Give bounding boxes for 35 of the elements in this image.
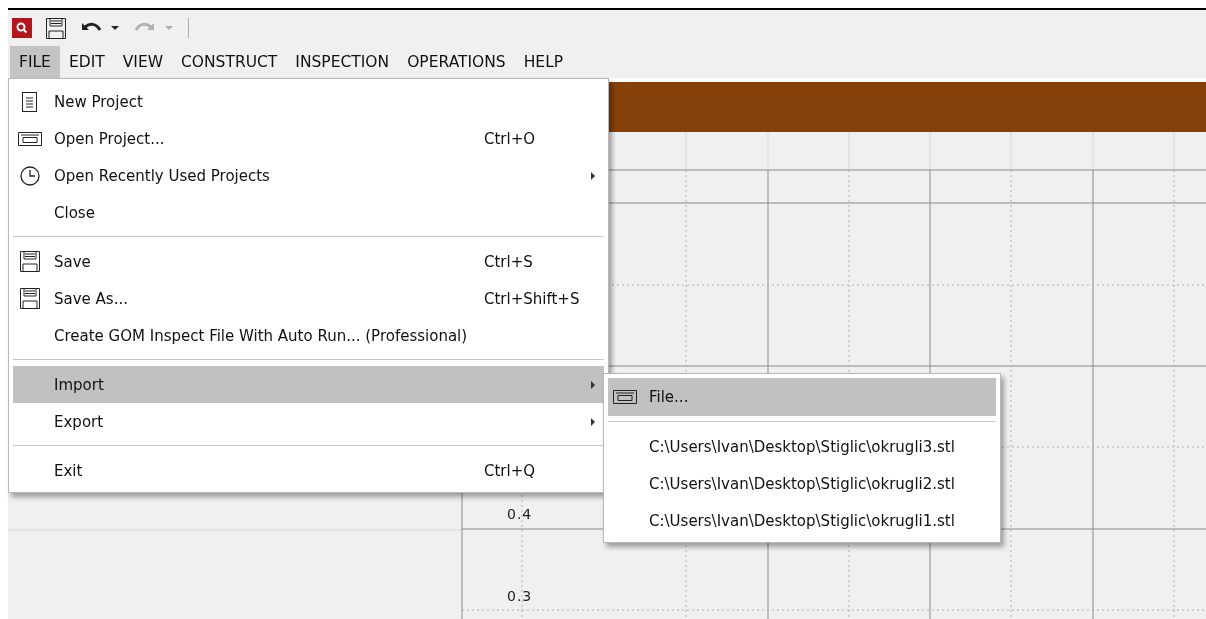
window-icon — [612, 390, 637, 404]
menu-item[interactable]: File... — [608, 378, 996, 416]
document-icon — [22, 91, 37, 112]
menu-title[interactable]: OPERATIONS — [398, 46, 515, 78]
menu-item[interactable]: Save As... Ctrl+Shift+S — [13, 280, 604, 317]
menu-item[interactable]: Export — [13, 403, 604, 440]
save-icon — [19, 251, 40, 272]
submenu-arrow-icon — [591, 417, 595, 426]
axis-label: 0.4 — [507, 506, 533, 522]
menu-title[interactable]: CONSTRUCT — [172, 46, 287, 78]
save-icon — [46, 17, 66, 39]
menu-item[interactable]: Import — [13, 366, 604, 403]
menu-item[interactable]: Create GOM Inspect File With Auto Run... (Professional) — [13, 317, 604, 354]
submenu-arrow-icon — [591, 380, 595, 389]
menu-item[interactable]: Exit Ctrl+Q — [13, 452, 604, 489]
clock-icon — [19, 165, 40, 186]
window-icon — [17, 131, 42, 146]
menu-item[interactable]: New Project — [13, 83, 604, 120]
save-icon — [19, 288, 40, 309]
menu-title[interactable]: FILE — [10, 46, 60, 78]
menu-title[interactable]: HELP — [514, 46, 573, 78]
menu-item[interactable]: C:\Users\Ivan\Desktop\Stiglic\okrugli3.stl — [608, 428, 996, 465]
menu-title[interactable]: VIEW — [113, 46, 172, 78]
menu-item[interactable]: Save Ctrl+S — [13, 243, 604, 280]
save-button[interactable] — [46, 17, 66, 39]
menu-item[interactable]: Close — [13, 194, 604, 231]
menu-item[interactable]: C:\Users\Ivan\Desktop\Stiglic\okrugli1.stl — [608, 502, 996, 539]
menu-title[interactable]: EDIT — [59, 46, 114, 78]
axis-label: 0.3 — [507, 588, 533, 604]
menu-item[interactable]: Open Recently Used Projects — [13, 157, 604, 194]
menu-title[interactable]: INSPECTION — [286, 46, 399, 78]
app-logo-icon[interactable] — [12, 18, 32, 38]
submenu-arrow-icon — [591, 171, 595, 180]
menu-item[interactable]: Open Project... Ctrl+O — [13, 120, 604, 157]
menu-item[interactable]: C:\Users\Ivan\Desktop\Stiglic\okrugli2.stl — [608, 465, 996, 502]
